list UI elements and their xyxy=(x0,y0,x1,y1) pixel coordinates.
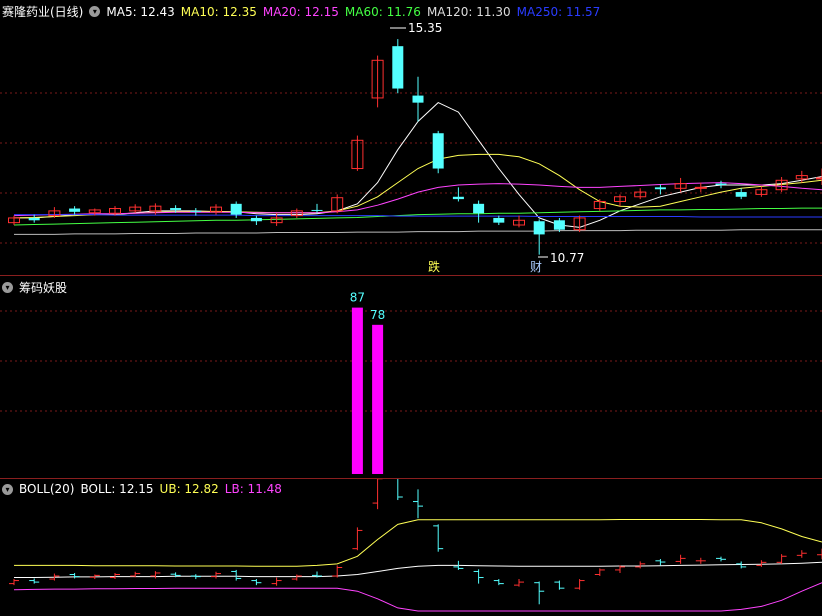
candle xyxy=(817,178,822,179)
event-marker-cai[interactable]: 财 xyxy=(530,260,542,274)
candle xyxy=(170,208,181,210)
boll-legend: ▾ BOLL(20) BOLL: 12.15 UB: 12.82 LB: 11.… xyxy=(2,482,282,496)
indicator-title: 筹码妖股 xyxy=(19,279,67,296)
chevron-down-icon[interactable]: ▾ xyxy=(89,6,100,17)
boll-lines xyxy=(14,520,822,612)
indicator-chart[interactable]: 87 78 xyxy=(0,276,822,478)
candle xyxy=(534,221,545,234)
candle xyxy=(392,46,403,88)
grid xyxy=(0,93,822,243)
ma-lines xyxy=(14,103,822,235)
indicator-bar xyxy=(372,325,383,474)
boll-name: BOLL(20) xyxy=(19,482,74,496)
boll-panel[interactable]: ▾ BOLL(20) BOLL: 12.15 UB: 12.82 LB: 11.… xyxy=(0,478,822,616)
boll-us-bars xyxy=(9,479,822,604)
high-marker: 15.35 xyxy=(390,21,442,35)
ma120-label: MA120: 11.30 xyxy=(427,5,511,19)
kline-legend: 赛隆药业(日线) ▾ MA5: 12.43 MA10: 12.35 MA20: … xyxy=(2,3,600,20)
indicator-bar-value: 87 xyxy=(350,291,365,305)
candle xyxy=(29,218,40,220)
indicator-legend: ▾ 筹码妖股 xyxy=(2,279,67,296)
kline-panel[interactable]: 赛隆药业(日线) ▾ MA5: 12.43 MA10: 12.35 MA20: … xyxy=(0,0,822,275)
stock-title: 赛隆药业(日线) xyxy=(2,3,83,20)
candle xyxy=(312,210,323,211)
candle xyxy=(695,187,706,188)
ma120-line xyxy=(14,230,822,235)
indicator-bar xyxy=(352,308,363,474)
ma5-label: MA5: 12.43 xyxy=(106,5,174,19)
ma10-label: MA10: 12.35 xyxy=(181,5,257,19)
candle xyxy=(716,184,727,185)
candle xyxy=(554,220,565,229)
low-marker: 10.77 xyxy=(538,251,584,265)
ma20-label: MA20: 12.15 xyxy=(263,5,339,19)
low-label: 10.77 xyxy=(550,251,584,265)
candle xyxy=(231,204,242,215)
chevron-down-icon[interactable]: ▾ xyxy=(2,282,13,293)
boll-lb-line xyxy=(14,583,822,611)
kline-chart[interactable]: 15.35 10.77 跌 财 xyxy=(0,0,822,275)
high-label: 15.35 xyxy=(408,21,442,35)
candle xyxy=(736,192,747,197)
indicator-bar-value: 78 xyxy=(370,308,385,322)
ma250-label: MA250: 11.57 xyxy=(517,5,601,19)
boll-lb-label: LB: 11.48 xyxy=(225,482,282,496)
event-marker-die[interactable]: 跌 xyxy=(428,259,440,274)
candle xyxy=(655,187,666,189)
boll-mid-label: BOLL: 12.15 xyxy=(80,482,153,496)
ma60-label: MA60: 11.76 xyxy=(345,5,421,19)
candle xyxy=(69,209,80,212)
candle xyxy=(190,211,201,212)
candle xyxy=(493,218,504,223)
chevron-down-icon[interactable]: ▾ xyxy=(2,484,13,495)
candle xyxy=(251,218,262,221)
indicator-panel[interactable]: ▾ 筹码妖股 87 78 xyxy=(0,275,822,478)
candle xyxy=(433,133,444,168)
grid xyxy=(0,311,822,411)
candle xyxy=(473,204,484,213)
boll-ub-label: UB: 12.82 xyxy=(160,482,219,496)
candle xyxy=(453,197,464,199)
boll-chart[interactable] xyxy=(0,479,822,616)
candle xyxy=(413,96,424,103)
